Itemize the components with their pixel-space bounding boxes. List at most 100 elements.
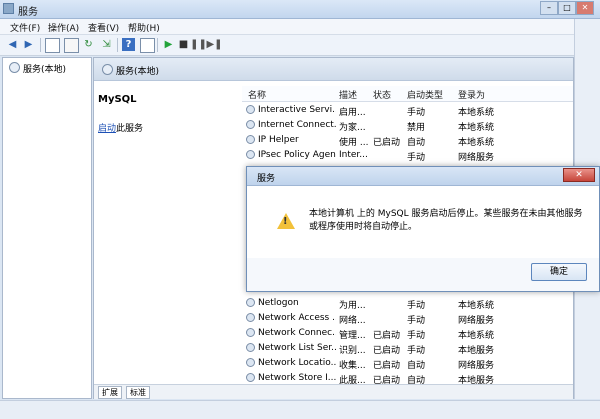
column-name[interactable]: 名称 — [248, 88, 266, 101]
table-cell: 禁用 — [407, 123, 426, 133]
dialog-titlebar: 服务 ✕ — [247, 167, 599, 186]
table-cell: 自动 — [407, 361, 426, 371]
window-titlebar: 服务 – □ ✕ — [0, 0, 600, 19]
table-cell: 管理... — [339, 331, 366, 341]
show-console-tree-icon[interactable] — [45, 38, 60, 53]
table-row[interactable]: IP Helper 使用 ... 已启动 自动 本地系统 — [242, 133, 573, 148]
warning-exclamation-icon: ! — [283, 216, 288, 227]
table-cell: 手动 — [407, 153, 426, 163]
table-cell: 已启动 — [373, 361, 401, 371]
table-cell: Internet Connect... — [258, 120, 336, 130]
console-tree: 服务(本地) — [2, 57, 92, 399]
table-cell: 本地系统 — [458, 138, 495, 148]
minimize-button[interactable]: – — [540, 1, 558, 15]
dialog-message: 本地计算机 上的 MySQL 服务启动后停止。某些服务在未由其他服务或程序使用时… — [309, 209, 583, 232]
table-cell: 手动 — [407, 331, 426, 341]
help-icon[interactable]: ? — [122, 38, 135, 51]
show-hide-action-pane-icon[interactable] — [140, 38, 155, 53]
table-cell: 已启动 — [373, 138, 401, 148]
selected-service-name: MySQL — [98, 94, 137, 105]
table-row[interactable]: Network Connec... 管理... 已启动 手动 本地系统 — [242, 326, 573, 341]
table-cell: 使用 ... — [339, 138, 369, 148]
table-row[interactable]: Netlogon 为用... 手动 本地系统 — [242, 296, 573, 311]
tab-standard[interactable]: 标准 — [126, 386, 150, 399]
menu-bar: 文件(F) 操作(A) 查看(V) 帮助(H) — [0, 19, 600, 35]
service-gear-icon — [246, 343, 255, 352]
tree-item-services-local[interactable]: 服务(本地) — [9, 62, 66, 75]
table-cell: 本地系统 — [458, 331, 495, 341]
window-close-button[interactable]: ✕ — [576, 1, 594, 15]
service-gear-icon — [246, 373, 255, 382]
ok-button[interactable]: 确定 — [531, 263, 587, 281]
table-row[interactable]: Interactive Servi... 启用... 手动 本地系统 — [242, 103, 573, 118]
forward-arrow-icon[interactable]: ▶ — [22, 38, 35, 51]
table-cell: 网络服务 — [458, 316, 495, 326]
service-gear-icon — [246, 358, 255, 367]
services-gear-icon — [9, 62, 20, 73]
table-row[interactable]: Network Locatio... 收集... 已启动 自动 网络服务 — [242, 356, 573, 371]
menu-file[interactable]: 文件(F) — [10, 21, 40, 34]
table-cell: 自动 — [407, 138, 426, 148]
properties-icon[interactable] — [64, 38, 79, 53]
column-status[interactable]: 状态 — [373, 88, 391, 101]
window-controls: – □ ✕ — [536, 0, 600, 16]
toolbar-separator — [40, 38, 41, 52]
table-row[interactable]: Internet Connect... 为家... 禁用 本地系统 — [242, 118, 573, 133]
table-row[interactable]: Network Access ... 网络... 手动 网络服务 — [242, 311, 573, 326]
table-cell: 本地系统 — [458, 108, 495, 118]
start-service-link[interactable]: 启动 — [98, 124, 116, 134]
column-startup-type[interactable]: 启动类型 — [407, 88, 443, 101]
table-cell: 为用... — [339, 301, 366, 311]
tab-extended[interactable]: 扩展 — [98, 386, 122, 399]
table-cell: Inter... — [339, 150, 368, 160]
toolbar-separator — [157, 38, 158, 52]
list-column-header: 名称 描述 状态 启动类型 登录为 — [242, 86, 573, 102]
export-list-icon[interactable]: ⇲ — [100, 38, 113, 51]
tree-item-label: 服务(本地) — [23, 65, 67, 75]
restart-service-icon[interactable]: ▶❚ — [206, 38, 222, 51]
table-cell: 本地系统 — [458, 123, 495, 133]
menu-help[interactable]: 帮助(H) — [128, 21, 160, 34]
table-cell: 手动 — [407, 316, 426, 326]
table-cell: 收集... — [339, 361, 366, 371]
services-app-icon — [3, 3, 14, 14]
table-cell: 本地服务 — [458, 346, 495, 356]
pause-service-icon[interactable]: ❚❚ — [190, 38, 207, 51]
maximize-button[interactable]: □ — [558, 1, 576, 15]
table-cell: 网络服务 — [458, 361, 495, 371]
table-cell: Network Store I... — [258, 373, 336, 383]
table-cell: 识别... — [339, 346, 366, 356]
table-row[interactable]: Network List Ser... 识别... 已启动 手动 本地服务 — [242, 341, 573, 356]
start-service-icon[interactable]: ▶ — [162, 38, 175, 51]
refresh-icon[interactable]: ↻ — [82, 38, 95, 51]
table-cell: 为家... — [339, 123, 366, 133]
table-cell: 已启动 — [373, 346, 401, 356]
back-arrow-icon[interactable]: ◀ — [6, 38, 19, 51]
dialog-title: 服务 — [257, 174, 276, 184]
service-gear-icon — [246, 120, 255, 129]
table-cell: Netlogon — [258, 298, 299, 308]
table-cell: Network Locatio... — [258, 358, 336, 368]
service-gear-icon — [246, 313, 255, 322]
stop-service-icon[interactable]: ■ — [177, 38, 190, 51]
menu-action[interactable]: 操作(A) — [48, 21, 79, 34]
toolbar: ◀ ▶ ↻ ⇲ ? ▶ ■ ❚❚ ▶❚ — [0, 35, 600, 56]
service-gear-icon — [246, 150, 255, 159]
dialog-close-button[interactable]: ✕ — [563, 168, 595, 182]
table-cell: Network List Ser... — [258, 343, 336, 353]
table-cell: IPsec Policy Agent — [258, 150, 336, 160]
column-description[interactable]: 描述 — [339, 88, 357, 101]
table-cell: Network Connec... — [258, 328, 336, 338]
table-row[interactable]: IPsec Policy Agent Inter... 手动 网络服务 — [242, 148, 573, 163]
table-cell: 已启动 — [373, 331, 401, 341]
table-cell: 网络服务 — [458, 153, 495, 163]
table-cell: 手动 — [407, 108, 426, 118]
table-cell: 本地系统 — [458, 301, 495, 311]
status-bar — [0, 400, 600, 419]
service-action-suffix: 此服务 — [116, 124, 144, 134]
table-cell: IP Helper — [258, 135, 299, 145]
column-log-on-as[interactable]: 登录为 — [458, 88, 485, 101]
menu-view[interactable]: 查看(V) — [88, 21, 119, 34]
service-gear-icon — [246, 135, 255, 144]
toolbar-separator — [117, 38, 118, 52]
